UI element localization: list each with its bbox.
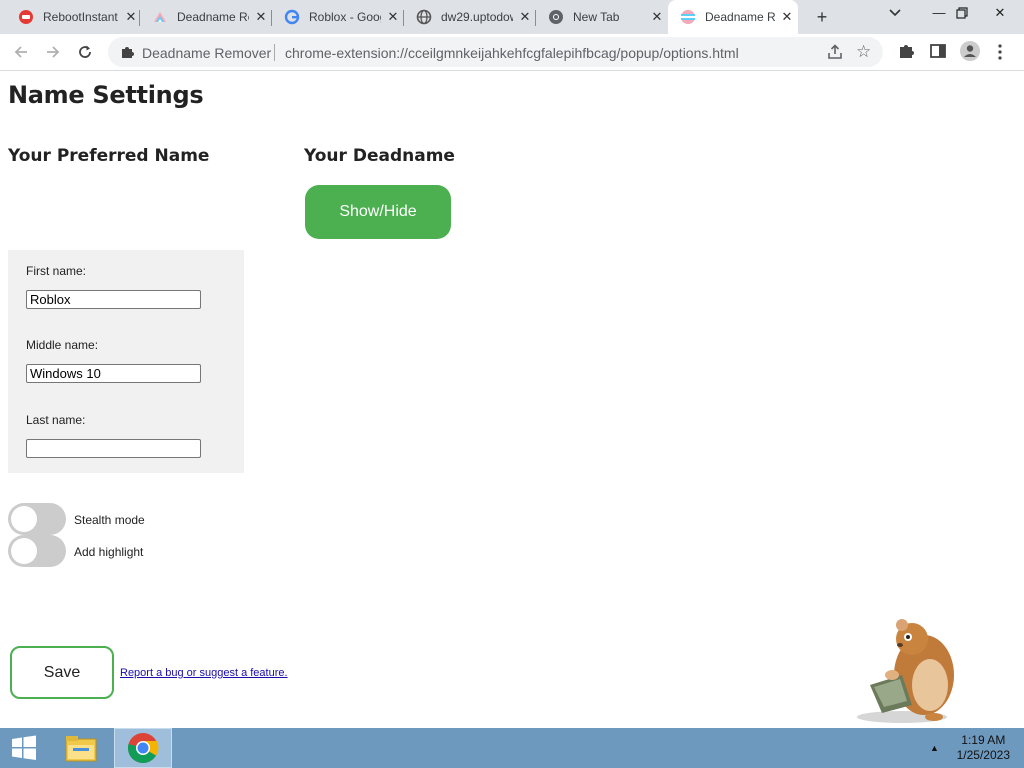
forward-arrow-icon[interactable] [40, 39, 66, 65]
clock-date: 1/25/2023 [956, 748, 1010, 762]
show-hide-button[interactable]: Show/Hide [305, 185, 451, 239]
preferred-name-form: First name: Roblox Middle name: Windows … [8, 250, 244, 473]
chrome-taskbar-icon[interactable] [114, 728, 172, 768]
first-name-input[interactable]: Roblox [26, 290, 201, 309]
toggle-knob [11, 538, 37, 564]
tab-title: New Tab [573, 10, 620, 24]
tab-title: RebootInstant [43, 10, 118, 24]
add-highlight-toggle[interactable] [8, 535, 66, 567]
globe-favicon-icon [416, 9, 432, 25]
toggle-knob [11, 506, 37, 532]
deadname-heading: Your Deadname [304, 146, 455, 166]
page-title: Name Settings [8, 81, 204, 109]
back-arrow-icon[interactable] [8, 39, 34, 65]
stealth-mode-toggle[interactable] [8, 503, 66, 535]
add-highlight-label: Add highlight [74, 545, 144, 559]
reload-icon[interactable] [72, 39, 98, 65]
extensions-puzzle-icon[interactable] [897, 42, 915, 65]
tab-close-icon[interactable]: ✕ [649, 9, 665, 25]
tab-strip: RebootInstant ✕ Deadname Remover ✕ Roblo… [0, 0, 1024, 34]
tab-close-icon[interactable]: ✕ [253, 9, 269, 25]
side-panel-icon[interactable] [929, 42, 947, 65]
first-name-label: First name: [26, 264, 87, 278]
preferred-name-heading: Your Preferred Name [8, 146, 210, 166]
restore-icon[interactable] [949, 2, 975, 24]
omnibox[interactable]: Deadname Remover chrome-extension://ccei… [108, 37, 883, 67]
omnibox-site-name: Deadname Remover [142, 45, 272, 61]
save-button[interactable]: Save [10, 646, 114, 699]
omnibox-url[interactable]: chrome-extension://cceilgmnkeijahkehfcgf… [285, 45, 739, 61]
share-icon[interactable] [826, 43, 844, 66]
options-page: Name Settings Your Preferred Name Your D… [0, 71, 1024, 728]
clock-time: 1:19 AM [961, 733, 1006, 747]
menu-kebab-icon[interactable] [997, 43, 1003, 66]
last-name-input[interactable] [26, 439, 201, 458]
windows-start-icon[interactable] [0, 728, 48, 768]
chrome-favicon-icon [548, 9, 564, 25]
tab-close-icon[interactable]: ✕ [385, 9, 401, 25]
trans-flag-favicon-icon [152, 9, 168, 25]
tab-close-icon[interactable]: ✕ [517, 9, 533, 25]
tray-chevron-up-icon[interactable]: ▲ [930, 743, 939, 753]
tab-deadname-remover-active[interactable]: Deadname Remover ✕ [668, 0, 798, 34]
tab-title: Roblox - Google Search [309, 10, 381, 24]
middle-name-input[interactable]: Windows 10 [26, 364, 201, 383]
bookmark-star-icon[interactable]: ☆ [856, 42, 871, 62]
tab-title: Deadname Remover [177, 10, 249, 24]
hamster-image [852, 617, 960, 727]
new-tab-plus-icon[interactable]: + [811, 6, 833, 28]
windows-taskbar: ▲ 1:19 AM 1/25/2023 [0, 728, 1024, 768]
file-explorer-icon[interactable] [58, 728, 104, 768]
last-name-label: Last name: [26, 413, 86, 427]
tab-rebootinstant[interactable]: RebootInstant ✕ [0, 0, 140, 34]
tab-title: Deadname Remover [705, 10, 775, 24]
tab-title: dw29.uptodown [441, 10, 513, 24]
extension-puzzle-icon [120, 45, 134, 64]
tab-new-tab[interactable]: New Tab ✕ [536, 0, 668, 34]
tab-uptodown[interactable]: dw29.uptodown ✕ [404, 0, 536, 34]
window-close-icon[interactable]: ✕ [987, 2, 1013, 24]
system-clock[interactable]: 1:19 AM 1/25/2023 [957, 733, 1010, 763]
browser-toolbar: Deadname Remover chrome-extension://ccei… [0, 34, 1024, 71]
tab-deadname-remover[interactable]: Deadname Remover ✕ [140, 0, 272, 34]
tab-close-icon[interactable]: ✕ [123, 9, 139, 25]
profile-avatar-icon[interactable] [959, 40, 981, 67]
report-bug-link[interactable]: Report a bug or suggest a feature. [120, 667, 288, 679]
google-favicon-icon [284, 9, 300, 25]
reboot-favicon-icon [18, 9, 34, 25]
trans-flag-favicon-icon [680, 9, 696, 25]
stealth-mode-label: Stealth mode [74, 513, 145, 527]
tab-search-chevron-icon[interactable] [889, 8, 901, 20]
tab-close-icon[interactable]: ✕ [779, 9, 795, 25]
middle-name-label: Middle name: [26, 338, 99, 352]
tab-roblox-search[interactable]: Roblox - Google Search ✕ [272, 0, 404, 34]
